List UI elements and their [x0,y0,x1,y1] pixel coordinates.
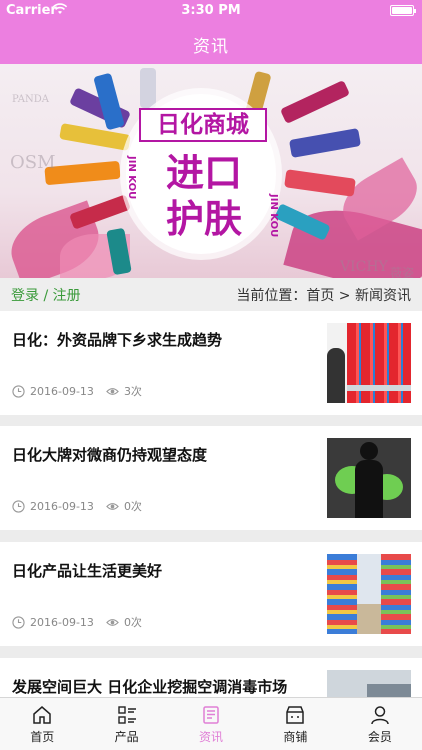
page-title: 资讯 [193,37,229,57]
news-list-item[interactable]: 日化大牌对微商仍持观望态度 2016-09-13 0次 [0,426,422,530]
news-title: 日化大牌对微商仍持观望态度 [12,446,208,464]
shop-icon [286,706,305,724]
news-date: 2016-09-13 [30,615,94,629]
product-tube [288,128,362,158]
brand-watermark: VICHY [340,259,388,275]
brand-watermark: 薇姿 [390,266,415,278]
breadcrumb: 当前位置：首页 > 新闻资讯 [236,288,411,304]
clock-icon [12,615,25,629]
product-tube [140,68,156,108]
tab-shop[interactable]: 商铺 [253,698,337,750]
news-icon [203,706,219,724]
tab-products[interactable]: 产品 [84,698,168,750]
tab-home[interactable]: 首页 [0,698,84,750]
news-meta: 2016-09-13 0次 [12,614,142,630]
tab-member[interactable]: 会员 [338,698,422,750]
news-date: 2016-09-13 [30,499,94,513]
status-bar: Carrier 3:30 PM [0,0,422,22]
news-title: 日化产品让生活更美好 [12,562,163,580]
eye-icon [106,387,119,395]
promo-banner[interactable]: OSM VICHY PANDA 薇姿 日化商城 进口 护肤 JIN KOU JIN… [0,64,422,278]
product-tube [44,160,121,186]
product-tube [279,79,351,125]
product-tube [284,169,356,197]
location-bar: 登录 / 注册 当前位置：首页 > 新闻资讯 [0,278,422,311]
top-header: Carrier 3:30 PM 资讯 [0,0,422,64]
shampoo-shelf-image [327,323,411,403]
brand-watermark: OSM [10,152,56,173]
home-icon [33,706,51,724]
news-list-item[interactable]: 日化：外资品牌下乡求生成趋势 2016-09-13 3次 [0,311,422,415]
news-views: 0次 [123,616,142,629]
battery-icon [390,5,416,16]
tab-label: 商铺 [283,730,308,744]
tab-news[interactable]: 资讯 [169,698,253,750]
news-title: 日化：外资品牌下乡求生成趋势 [12,331,223,349]
list-icon [117,706,136,724]
eye-icon [106,618,119,626]
supermarket-aisle-image [327,554,411,634]
clock-icon [12,499,25,513]
banner-title: 日化商城 [139,108,267,142]
eye-icon [106,502,119,510]
product-tube [69,194,131,230]
news-meta: 2016-09-13 3次 [12,383,142,399]
news-views: 0次 [123,500,142,513]
tab-label: 资讯 [199,730,224,744]
user-icon [371,706,389,725]
tab-label: 会员 [367,730,392,744]
news-list-item[interactable]: 日化产品让生活更美好 2016-09-13 0次 [0,542,422,646]
tab-label: 产品 [114,730,139,744]
status-time: 3:30 PM [181,3,241,18]
bottom-tab-bar: 首页 产品 资讯 商铺 会员 [0,697,422,750]
banner-subtitle: 进口 护肤 [165,151,242,241]
news-meta: 2016-09-13 0次 [12,498,142,514]
banner-side-text: JIN KOU [268,194,279,238]
news-date: 2016-09-13 [30,384,94,398]
login-register-link[interactable]: 登录 / 注册 [11,285,81,305]
news-views: 3次 [123,385,142,398]
clock-icon [12,384,25,398]
banner-side-text: JIN KOU [126,156,137,200]
wechat-silhouette-image [327,438,411,518]
tab-label: 首页 [30,730,55,744]
news-title: 发展空间巨大 日化企业挖掘空调消毒市场 [12,678,288,696]
brand-watermark: PANDA [12,94,50,105]
